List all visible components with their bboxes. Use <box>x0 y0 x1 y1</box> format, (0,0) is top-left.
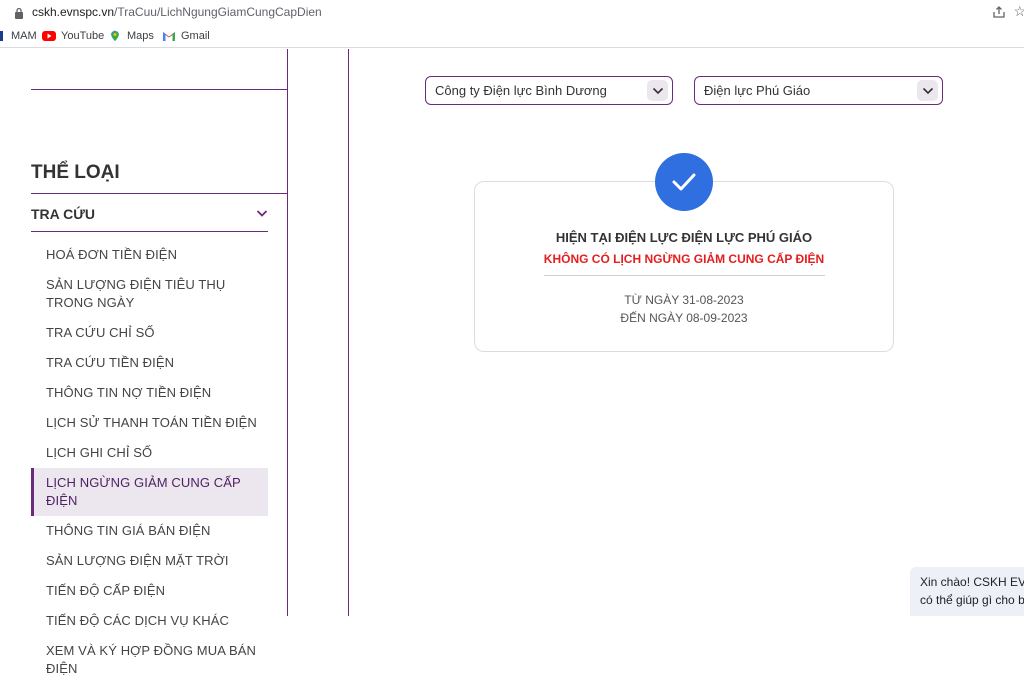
result-status: KHÔNG CÓ LỊCH NGỪNG GIẢM CUNG CẤP ĐIỆN <box>543 252 825 266</box>
sidebar-item-no-tien-dien[interactable]: THÔNG TIN NỢ TIỀN ĐIỆN <box>31 378 268 408</box>
bookmark-maps[interactable]: Maps <box>108 30 154 42</box>
sidebar-item-hoa-don[interactable]: HOÁ ĐƠN TIỀN ĐIỆN <box>31 240 268 270</box>
sidebar-menu: HOÁ ĐƠN TIỀN ĐIỆN SẢN LƯỢNG ĐIỆN TIÊU TH… <box>31 240 268 684</box>
from-date: TỪ NGÀY 31-08-2023 <box>624 293 744 307</box>
chevron-down-icon[interactable] <box>256 208 268 218</box>
bookmark-label: MAM <box>11 30 37 42</box>
sidebar-top-divider <box>31 89 287 90</box>
bookmark-label: Maps <box>127 30 154 42</box>
youtube-icon <box>42 31 56 41</box>
result-heading: HIỆN TẠI ĐIỆN LỰC ĐIỆN LỰC PHÚ GIÁO <box>555 230 813 245</box>
lock-icon <box>15 7 23 19</box>
sidebar-item-lich-ghi-chi-so[interactable]: LỊCH GHI CHỈ SỐ <box>31 438 268 468</box>
sidebar-item-hop-dong[interactable]: XEM VÀ KÝ HỢP ĐỒNG MUA BÁN ĐIỆN <box>31 636 268 684</box>
bookmark-gmail[interactable]: Gmail <box>162 30 210 42</box>
url-text[interactable]: cskh.evnspc.vn/TraCuu/LichNgungGiamCungC… <box>32 5 322 19</box>
sidebar-item-tien-dien[interactable]: TRA CỨU TIỀN ĐIỆN <box>31 348 268 378</box>
bookmark-label: YouTube <box>61 30 105 42</box>
chat-line-1: Xin chào! CSKH EV <box>920 575 1024 589</box>
bookmark-mam[interactable]: MAM <box>0 30 37 42</box>
bookmark-label: Gmail <box>181 30 210 42</box>
bookmarks-bar: MAM YouTube Maps Gmail <box>0 26 1024 48</box>
sidebar-item-lich-su-thanh-toan[interactable]: LỊCH SỬ THANH TOÁN TIỀN ĐIỆN <box>31 408 268 438</box>
chat-line-2: có thể giúp gì cho b <box>920 593 1024 607</box>
url-path: /TraCuu/LichNgungGiamCungCapDien <box>114 5 322 19</box>
bookmark-star-icon[interactable]: ☆ <box>1013 3 1024 20</box>
checkmark-icon <box>655 153 713 211</box>
mam-icon <box>0 31 3 41</box>
chevron-down-icon[interactable] <box>917 80 938 101</box>
sidebar-item-san-luong[interactable]: SẢN LƯỢNG ĐIỆN TIÊU THỤ TRONG NGÀY <box>31 270 268 318</box>
accordion-title: TRA CỨU <box>31 206 95 222</box>
share-icon[interactable] <box>992 5 1006 19</box>
branch-select-value: Điện lực Phú Giáo <box>704 83 811 98</box>
sidebar-item-chi-so[interactable]: TRA CỨU CHỈ SỐ <box>31 318 268 348</box>
url-host: cskh.evnspc.vn <box>32 5 115 19</box>
chevron-down-icon[interactable] <box>647 80 668 101</box>
company-select[interactable]: Công ty Điện lực Bình Dương <box>425 76 673 105</box>
accordion-divider <box>31 231 268 232</box>
result-divider <box>544 275 825 276</box>
sidebar-item-tien-do-cap-dien[interactable]: TIẾN ĐỘ CẤP ĐIỆN <box>31 576 268 606</box>
sidebar-item-dich-vu-khac[interactable]: TIẾN ĐỘ CÁC DỊCH VỤ KHÁC <box>31 606 268 636</box>
accordion-tra-cuu[interactable]: TRA CỨU <box>31 206 268 232</box>
bookmark-youtube[interactable]: YouTube <box>42 30 104 42</box>
to-date: ĐẾN NGÀY 08-09-2023 <box>620 311 748 325</box>
chat-widget[interactable]: Xin chào! CSKH EV có thể giúp gì cho b <box>910 567 1024 616</box>
sidebar-item-lich-ngung-giam[interactable]: LỊCH NGỪNG GIẢM CUNG CẤP ĐIỆN <box>31 468 268 516</box>
company-select-value: Công ty Điện lực Bình Dương <box>435 83 607 98</box>
sidebar-item-gia-ban-dien[interactable]: THÔNG TIN GIÁ BÁN ĐIỆN <box>31 516 268 546</box>
content-divider <box>348 49 349 616</box>
address-bar[interactable]: cskh.evnspc.vn/TraCuu/LichNgungGiamCungC… <box>0 0 1024 26</box>
category-divider <box>31 193 287 194</box>
gmail-icon <box>163 32 175 41</box>
maps-icon <box>110 30 119 42</box>
sidebar-divider <box>287 49 288 616</box>
sidebar-item-dien-mat-troi[interactable]: SẢN LƯỢNG ĐIỆN MẶT TRỜI <box>31 546 268 576</box>
branch-select[interactable]: Điện lực Phú Giáo <box>694 76 943 105</box>
category-title: THỂ LOẠI <box>31 162 120 183</box>
